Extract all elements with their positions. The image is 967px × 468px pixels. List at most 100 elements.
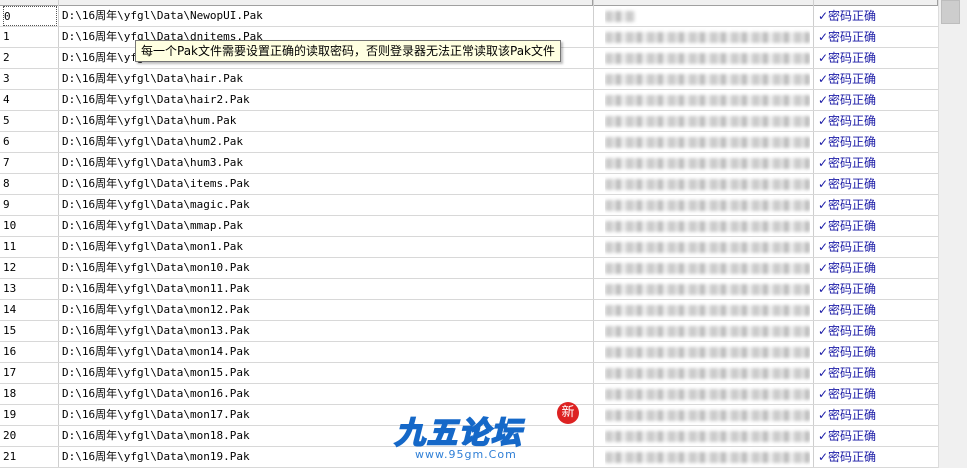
row-password-status[interactable]: ✓密码正确 (818, 363, 936, 383)
row-file-path[interactable]: D:\16周年\yfgl\Data\mon11.Pak (62, 279, 592, 299)
row-file-path[interactable]: D:\16周年\yfgl\Data\items.Pak (62, 174, 592, 194)
row-password-status[interactable]: ✓密码正确 (818, 405, 936, 425)
row-index[interactable]: 1 (3, 27, 57, 47)
row-password-redacted[interactable] (605, 216, 810, 236)
row-password-redacted[interactable] (605, 279, 810, 299)
row-password-redacted[interactable] (605, 321, 810, 341)
row-index[interactable]: 8 (3, 174, 57, 194)
row-file-path[interactable]: D:\16周年\yfgl\Data\NewopUI.Pak (62, 6, 592, 26)
row-password-redacted[interactable] (605, 342, 810, 362)
table-row[interactable]: 16 D:\16周年\yfgl\Data\mon14.Pak ✓密码正确 (0, 342, 938, 363)
row-password-redacted[interactable] (605, 69, 810, 89)
row-index[interactable]: 17 (3, 363, 57, 383)
row-password-status[interactable]: ✓密码正确 (818, 195, 936, 215)
row-file-path[interactable]: D:\16周年\yfgl\Data\magic.Pak (62, 195, 592, 215)
row-password-status[interactable]: ✓密码正确 (818, 279, 936, 299)
row-index[interactable]: 4 (3, 90, 57, 110)
row-index[interactable]: 5 (3, 111, 57, 131)
row-password-redacted[interactable] (605, 48, 810, 68)
row-index[interactable]: 7 (3, 153, 57, 173)
header-cell-index[interactable] (0, 0, 59, 5)
row-index[interactable]: 16 (3, 342, 57, 362)
row-index[interactable]: 11 (3, 237, 57, 257)
row-password-redacted[interactable] (605, 237, 810, 257)
row-file-path[interactable]: D:\16周年\yfgl\Data\hum.Pak (62, 111, 592, 131)
row-password-status[interactable]: ✓密码正确 (818, 258, 936, 278)
vertical-scrollbar[interactable] (938, 0, 967, 468)
row-password-redacted[interactable] (605, 363, 810, 383)
row-file-path[interactable]: D:\16周年\yfgl\Data\mon1.Pak (62, 237, 592, 257)
table-row[interactable]: 13 D:\16周年\yfgl\Data\mon11.Pak ✓密码正确 (0, 279, 938, 300)
row-index[interactable]: 9 (3, 195, 57, 215)
row-password-redacted[interactable] (605, 195, 810, 215)
table-row[interactable]: 15 D:\16周年\yfgl\Data\mon13.Pak ✓密码正确 (0, 321, 938, 342)
scrollbar-thumb[interactable] (941, 0, 960, 24)
table-row[interactable]: 3 D:\16周年\yfgl\Data\hair.Pak ✓密码正确 (0, 69, 938, 90)
row-index[interactable]: 0 (3, 6, 57, 26)
table-row[interactable]: 17 D:\16周年\yfgl\Data\mon15.Pak ✓密码正确 (0, 363, 938, 384)
table-row[interactable]: 5 D:\16周年\yfgl\Data\hum.Pak ✓密码正确 (0, 111, 938, 132)
row-password-redacted[interactable] (605, 300, 810, 320)
row-index[interactable]: 3 (3, 69, 57, 89)
row-index[interactable]: 20 (3, 426, 57, 446)
row-password-redacted[interactable] (605, 6, 810, 26)
row-file-path[interactable]: D:\16周年\yfgl\Data\mon12.Pak (62, 300, 592, 320)
row-file-path[interactable]: D:\16周年\yfgl\Data\hum3.Pak (62, 153, 592, 173)
row-password-redacted[interactable] (605, 384, 810, 404)
row-index[interactable]: 19 (3, 405, 57, 425)
row-file-path[interactable]: D:\16周年\yfgl\Data\mon14.Pak (62, 342, 592, 362)
row-index[interactable]: 6 (3, 132, 57, 152)
row-index[interactable]: 12 (3, 258, 57, 278)
row-password-redacted[interactable] (605, 132, 810, 152)
row-password-redacted[interactable] (605, 258, 810, 278)
row-index[interactable]: 14 (3, 300, 57, 320)
row-password-status[interactable]: ✓密码正确 (818, 27, 936, 47)
row-file-path[interactable]: D:\16周年\yfgl\Data\mon13.Pak (62, 321, 592, 341)
row-password-redacted[interactable] (605, 174, 810, 194)
header-cell-path[interactable] (59, 0, 593, 5)
row-file-path[interactable]: D:\16周年\yfgl\Data\mon10.Pak (62, 258, 592, 278)
row-password-status[interactable]: ✓密码正确 (818, 90, 936, 110)
table-row[interactable]: 14 D:\16周年\yfgl\Data\mon12.Pak ✓密码正确 (0, 300, 938, 321)
row-password-status[interactable]: ✓密码正确 (818, 69, 936, 89)
row-password-redacted[interactable] (605, 111, 810, 131)
row-password-status[interactable]: ✓密码正确 (818, 216, 936, 236)
row-password-redacted[interactable] (605, 447, 810, 467)
row-password-status[interactable]: ✓密码正确 (818, 237, 936, 257)
table-row[interactable]: 9 D:\16周年\yfgl\Data\magic.Pak ✓密码正确 (0, 195, 938, 216)
row-password-status[interactable]: ✓密码正确 (818, 447, 936, 467)
row-password-status[interactable]: ✓密码正确 (818, 48, 936, 68)
row-password-status[interactable]: ✓密码正确 (818, 153, 936, 173)
row-password-status[interactable]: ✓密码正确 (818, 321, 936, 341)
row-password-status[interactable]: ✓密码正确 (818, 132, 936, 152)
table-row[interactable]: 4 D:\16周年\yfgl\Data\hair2.Pak ✓密码正确 (0, 90, 938, 111)
table-row[interactable]: 10 D:\16周年\yfgl\Data\mmap.Pak ✓密码正确 (0, 216, 938, 237)
row-password-status[interactable]: ✓密码正确 (818, 174, 936, 194)
table-row[interactable]: 11 D:\16周年\yfgl\Data\mon1.Pak ✓密码正确 (0, 237, 938, 258)
row-index[interactable]: 15 (3, 321, 57, 341)
row-password-status[interactable]: ✓密码正确 (818, 426, 936, 446)
row-index[interactable]: 2 (3, 48, 57, 68)
row-index[interactable]: 10 (3, 216, 57, 236)
row-password-redacted[interactable] (605, 153, 810, 173)
row-password-status[interactable]: ✓密码正确 (818, 300, 936, 320)
row-password-redacted[interactable] (605, 405, 810, 425)
table-row[interactable]: 7 D:\16周年\yfgl\Data\hum3.Pak ✓密码正确 (0, 153, 938, 174)
row-file-path[interactable]: D:\16周年\yfgl\Data\mmap.Pak (62, 216, 592, 236)
row-index[interactable]: 13 (3, 279, 57, 299)
table-row[interactable]: 6 D:\16周年\yfgl\Data\hum2.Pak ✓密码正确 (0, 132, 938, 153)
row-password-status[interactable]: ✓密码正确 (818, 111, 936, 131)
row-password-status[interactable]: ✓密码正确 (818, 384, 936, 404)
row-password-status[interactable]: ✓密码正确 (818, 342, 936, 362)
pak-file-grid[interactable]: 0 D:\16周年\yfgl\Data\NewopUI.Pak ✓密码正确 1 D:\1… (0, 0, 938, 468)
header-cell-status[interactable] (814, 0, 938, 5)
row-index[interactable]: 18 (3, 384, 57, 404)
table-row[interactable]: 0 D:\16周年\yfgl\Data\NewopUI.Pak ✓密码正确 (0, 6, 938, 27)
row-password-redacted[interactable] (605, 90, 810, 110)
header-cell-password[interactable] (593, 0, 814, 5)
row-file-path[interactable]: D:\16周年\yfgl\Data\hair.Pak (62, 69, 592, 89)
row-password-redacted[interactable] (605, 27, 810, 47)
row-file-path[interactable]: D:\16周年\yfgl\Data\hair2.Pak (62, 90, 592, 110)
row-file-path[interactable]: D:\16周年\yfgl\Data\hum2.Pak (62, 132, 592, 152)
table-row[interactable]: 12 D:\16周年\yfgl\Data\mon10.Pak ✓密码正确 (0, 258, 938, 279)
